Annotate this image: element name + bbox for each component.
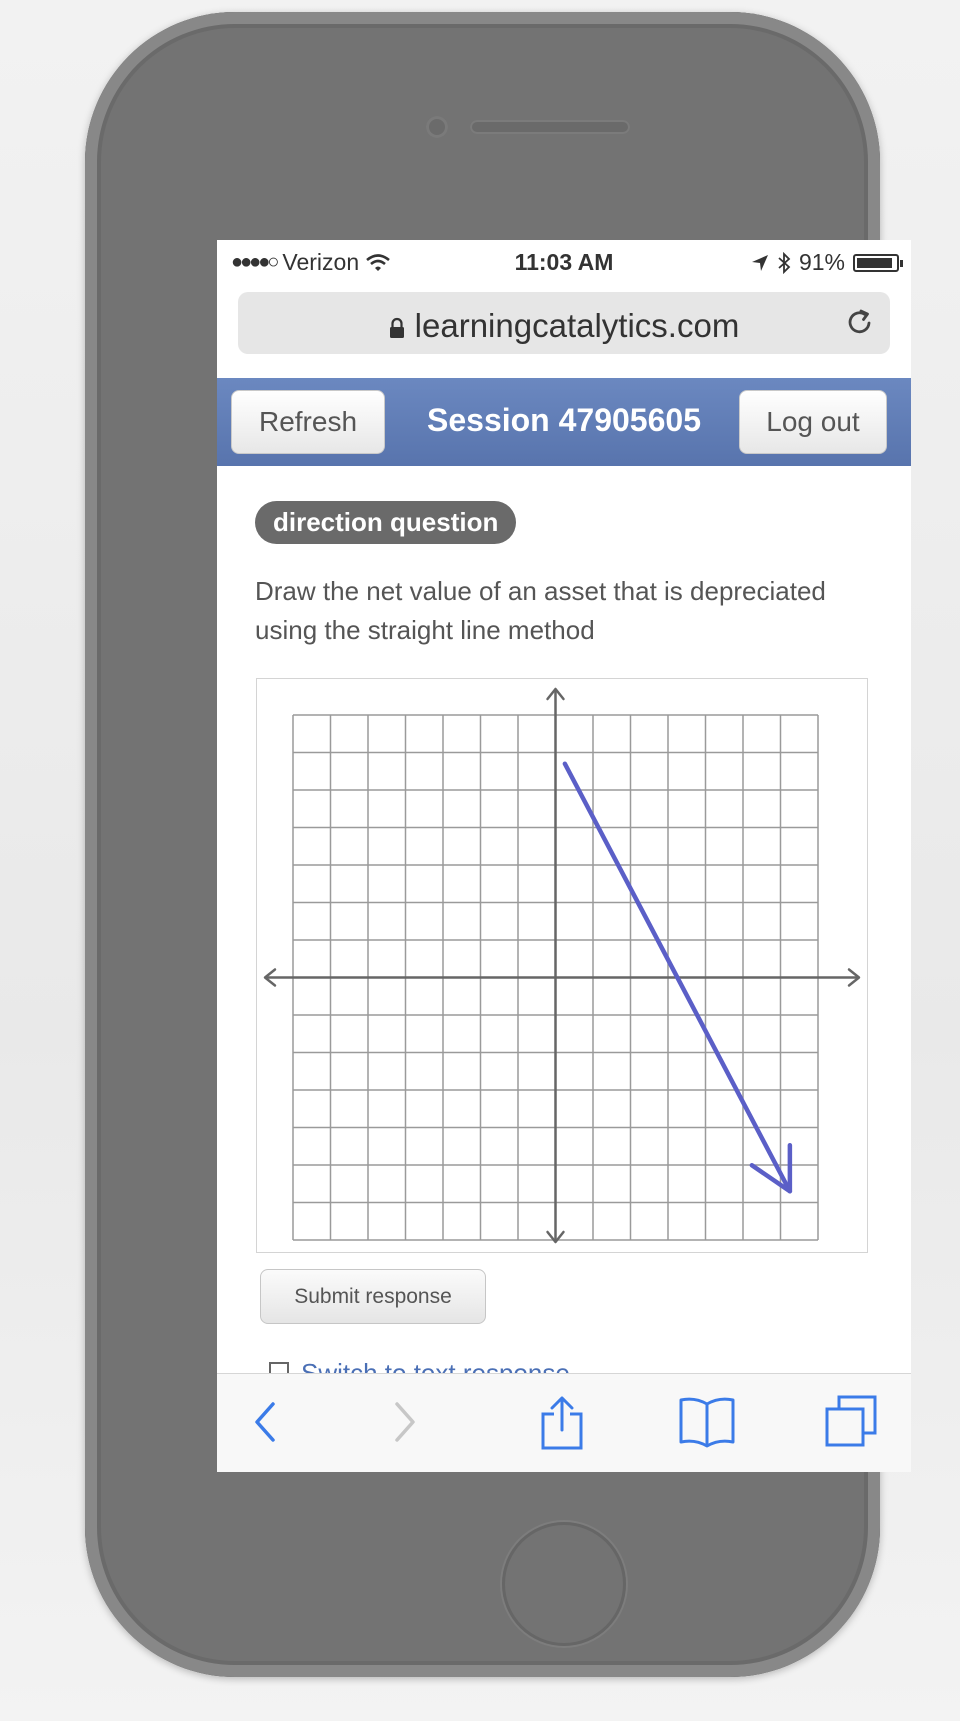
forward-icon[interactable] — [387, 1394, 423, 1450]
submit-response-button[interactable]: Submit response — [260, 1269, 486, 1324]
share-icon[interactable] — [539, 1394, 585, 1452]
earpiece-speaker — [470, 120, 630, 134]
refresh-button[interactable]: Refresh — [231, 390, 385, 454]
phone-screen: ●●●●○ Verizon 11:03 AM 91% learningcatal… — [217, 240, 911, 1472]
browser-toolbar — [217, 1373, 911, 1472]
text-response-link[interactable]: Switch to text response — [269, 1358, 614, 1374]
graph-canvas[interactable] — [257, 679, 867, 1252]
session-title: Session 47905605 — [427, 402, 701, 438]
status-bar: ●●●●○ Verizon 11:03 AM 91% — [217, 240, 911, 284]
url-text: learningcatalytics.com — [414, 307, 740, 344]
question-type-badge: direction question — [255, 501, 517, 544]
reload-icon[interactable] — [844, 306, 876, 338]
text-response-label: Switch to text response — [301, 1358, 570, 1374]
address-bar[interactable]: learningcatalytics.com — [238, 292, 890, 354]
battery-icon — [853, 253, 903, 272]
lock-icon — [389, 318, 404, 339]
front-camera — [426, 116, 448, 138]
phone-frame: ●●●●○ Verizon 11:03 AM 91% learningcatal… — [85, 12, 911, 1677]
back-icon[interactable] — [247, 1394, 283, 1450]
battery-percent: 91% — [798, 249, 845, 275]
bookmarks-icon[interactable] — [677, 1394, 737, 1450]
location-arrow-icon — [751, 254, 768, 271]
tabs-icon[interactable] — [823, 1394, 879, 1450]
question-prompt: Draw the net value of an asset that is d… — [255, 576, 826, 645]
axes — [263, 687, 861, 1244]
home-button[interactable] — [502, 1522, 626, 1646]
battery-fill — [857, 257, 892, 268]
url-display[interactable]: learningcatalytics.com — [238, 307, 890, 345]
logout-button[interactable]: Log out — [739, 390, 887, 454]
bluetooth-icon — [778, 251, 791, 274]
status-right: 91% — [751, 249, 903, 276]
drawing-area[interactable] — [256, 678, 868, 1253]
app-header: Refresh Session 47905605 Log out — [217, 378, 911, 466]
